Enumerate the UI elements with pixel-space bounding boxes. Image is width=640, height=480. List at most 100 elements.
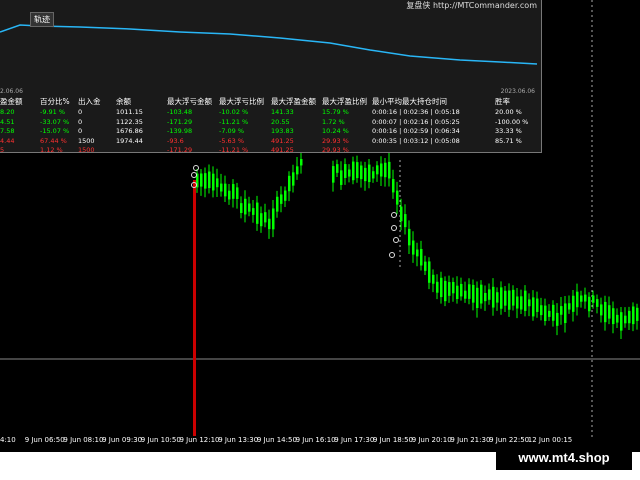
- candle-body: [612, 308, 615, 325]
- stats-cell: 4.51: [0, 117, 15, 126]
- candle-body: [544, 305, 547, 321]
- stats-cell: -171.29: [167, 117, 193, 126]
- trade-arrow-icon: [391, 225, 397, 231]
- stats-cell: -9.91 %: [40, 108, 66, 116]
- stats-header: 出入金: [78, 97, 101, 106]
- stats-cell: 29.93 %: [322, 146, 349, 154]
- candle-body: [624, 315, 627, 324]
- candle-body: [332, 166, 335, 183]
- candle-body: [240, 203, 243, 213]
- candle-body: [360, 165, 363, 180]
- stats-cell: 8.20: [0, 108, 15, 116]
- stats-cell: 0:00:35 | 0:03:12 | 0:05:08: [372, 136, 460, 145]
- candle-body: [492, 286, 495, 308]
- candle-body: [412, 240, 415, 255]
- candle-body: [392, 179, 395, 193]
- candle-body: [416, 249, 419, 257]
- trade-arrow-icon: [393, 237, 399, 243]
- backtest-stats-panel[interactable]: 轨迹 复盘侠 http://MTCommander.com 2.06.06 20…: [0, 0, 542, 154]
- candle-body: [472, 284, 475, 303]
- candle-body: [500, 287, 503, 309]
- stats-cell: -10.02 %: [219, 108, 249, 116]
- trade-arrow-icon: [391, 212, 397, 218]
- candle-body: [376, 165, 379, 175]
- candle-body: [512, 289, 515, 306]
- trade-marker-bar: [193, 180, 196, 436]
- stats-cell: 193.83: [271, 127, 294, 135]
- candle-body: [520, 296, 523, 310]
- stats-cell: -15.07 %: [40, 127, 70, 135]
- candle-body: [584, 294, 587, 302]
- candle-body: [592, 295, 595, 303]
- stats-header: 最大浮亏金额: [167, 97, 212, 106]
- equity-curve-line: [0, 24, 538, 65]
- candle-body: [420, 248, 423, 266]
- stats-cell: 4.44: [0, 136, 15, 145]
- candle-body: [440, 277, 443, 298]
- candle-body: [516, 296, 519, 309]
- stats-header: 最大浮盈金额: [271, 97, 316, 106]
- trade-arrow-icon: [193, 165, 199, 171]
- stats-cell: 5: [0, 146, 5, 154]
- candle-body: [388, 161, 391, 179]
- candle-body: [436, 281, 439, 293]
- candle-body: [588, 296, 591, 312]
- candle-body: [352, 161, 355, 181]
- stats-cell: 29.93 %: [322, 136, 349, 145]
- stats-cell: 491.25: [271, 136, 294, 145]
- stats-cell: 10.24 %: [322, 127, 349, 135]
- candle-body: [456, 285, 459, 299]
- stats-header: 盈金额: [0, 97, 23, 106]
- candle-body: [536, 298, 539, 312]
- candle-body: [372, 171, 375, 179]
- stats-cell: 491.25: [271, 146, 294, 154]
- candle-body: [476, 287, 479, 308]
- candle-body: [212, 173, 215, 191]
- candle-body: [288, 175, 291, 192]
- candle-body: [292, 172, 295, 186]
- stats-cell: 1.12 %: [40, 146, 63, 154]
- stats-header: 百分比%: [40, 97, 70, 106]
- time-tick: 9 Jun 08:10: [63, 436, 104, 444]
- stats-cell: 20.55: [271, 117, 290, 126]
- candle-body: [460, 283, 463, 297]
- stats-cell: 20.00 %: [495, 108, 522, 116]
- stats-cell: 0:00:16 | 0:02:36 | 0:05:18: [372, 108, 460, 116]
- candle-body: [532, 297, 535, 317]
- candle-body: [484, 292, 487, 302]
- stats-cell: -100.00 %: [495, 117, 529, 126]
- stats-cell: 1500: [78, 146, 95, 154]
- stats-cell: 0:00:07 | 0:02:16 | 0:05:25: [372, 117, 460, 126]
- stats-cell: 1500: [78, 136, 95, 145]
- stats-header: 胜率: [495, 97, 510, 106]
- panel-link[interactable]: 复盘侠 http://MTCommander.com: [406, 0, 537, 11]
- candle-body: [356, 162, 359, 179]
- candle-body: [272, 208, 275, 230]
- stats-cell: 85.71 %: [495, 136, 522, 145]
- candle-body: [384, 162, 387, 178]
- candle-body: [208, 171, 211, 189]
- candle-body: [228, 190, 231, 200]
- time-tick: 9 Jun 17:30: [334, 436, 375, 444]
- candle-body: [232, 184, 235, 199]
- candle-body: [452, 282, 455, 294]
- stats-cell: -93.6: [167, 136, 184, 145]
- candle-body: [568, 303, 571, 310]
- equity-curve: [0, 24, 538, 65]
- stats-header: 最大浮亏比例: [219, 97, 264, 106]
- candle-body: [468, 284, 471, 299]
- time-tick: 9 Jun 22:50: [489, 436, 530, 444]
- stats-cell: 7.58: [0, 127, 15, 135]
- candle-body: [480, 284, 483, 304]
- candle-body: [464, 290, 467, 299]
- candle-body: [200, 173, 203, 187]
- candle-body: [552, 304, 555, 321]
- candle-body: [204, 173, 207, 189]
- panel-date-left: 2.06.06: [0, 88, 23, 95]
- stats-cell: -171.29: [167, 146, 193, 154]
- candle-body: [632, 306, 635, 325]
- stats-cell: -7.09 %: [219, 127, 245, 135]
- time-tick: 9 Jun 18:50: [373, 436, 414, 444]
- candle-body: [256, 202, 259, 224]
- candle-body: [620, 312, 623, 331]
